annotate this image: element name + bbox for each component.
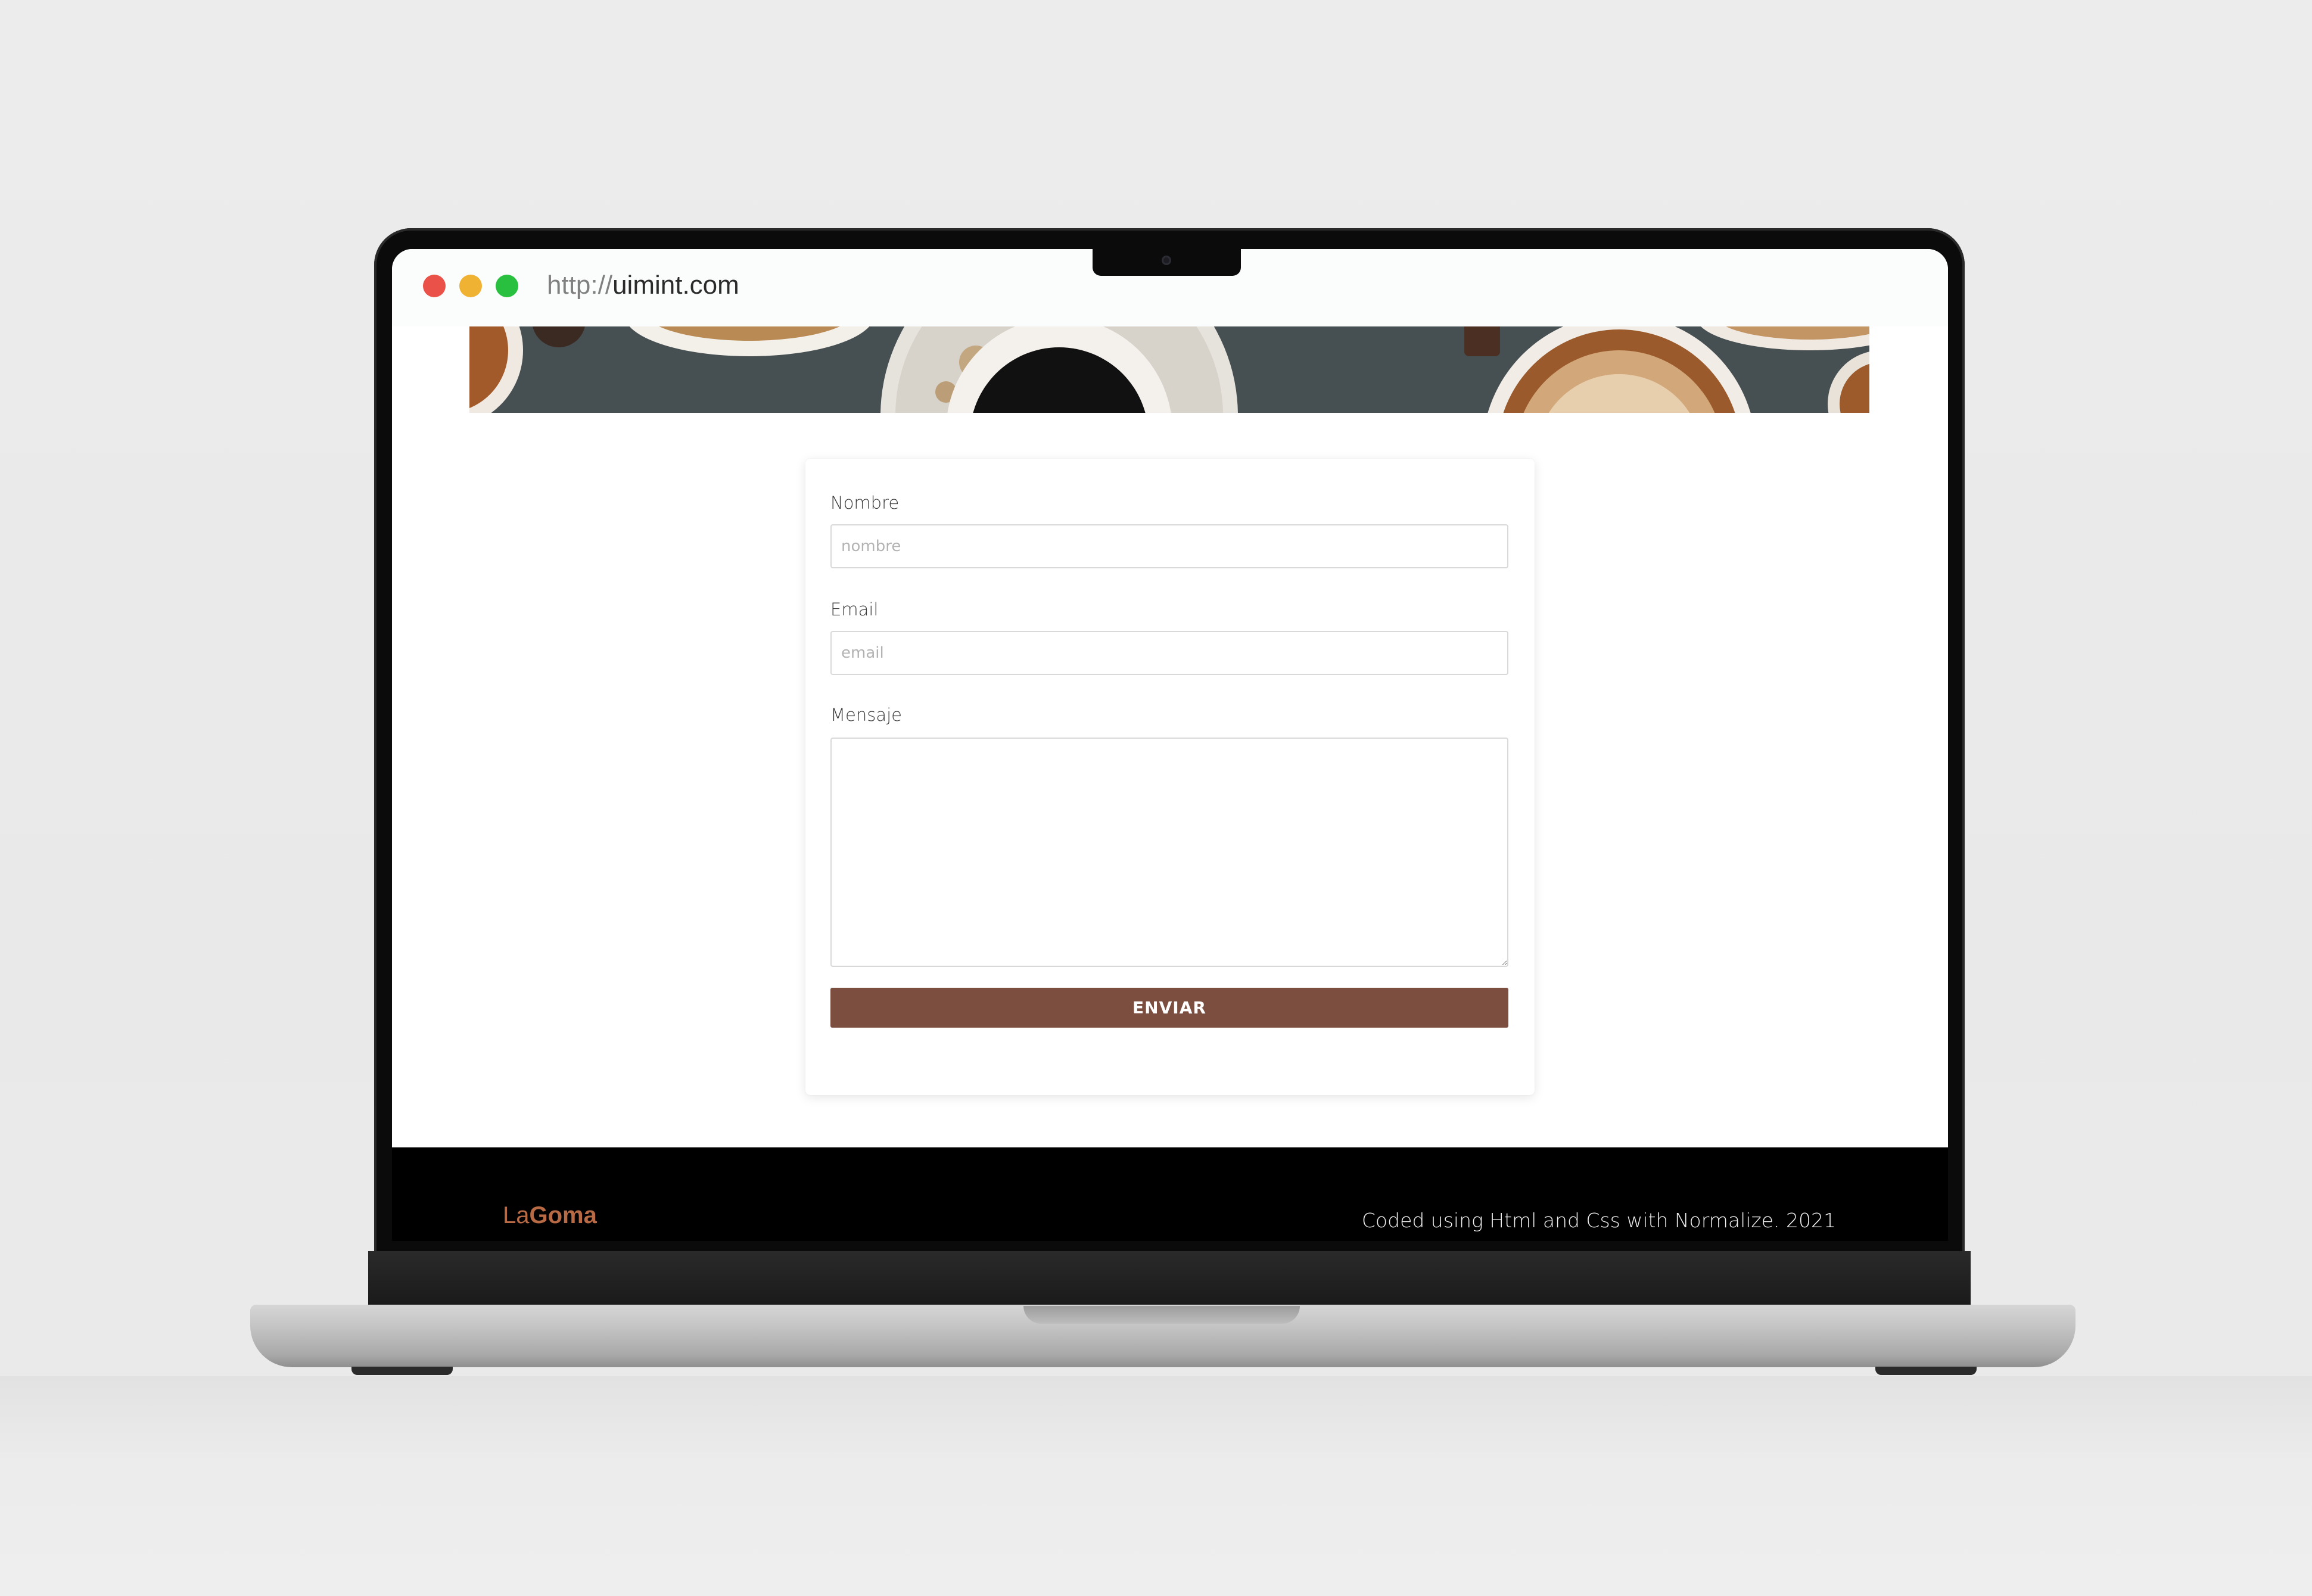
url-protocol: http://: [547, 270, 613, 300]
brand-prefix: La: [503, 1202, 530, 1228]
message-textarea[interactable]: [830, 738, 1508, 967]
laptop-chin: [368, 1251, 1971, 1306]
camera-icon: [1162, 256, 1171, 265]
footer-credit: Coded using Html and Css with Normalize.…: [1361, 1209, 1836, 1232]
name-label: Nombre: [830, 493, 900, 513]
laptop-foot-right: [1875, 1367, 1977, 1375]
footer-brand-logo[interactable]: LaGoma: [503, 1202, 597, 1229]
window-maximize-icon[interactable]: [496, 275, 518, 297]
hero-coffee-image: [469, 326, 1869, 413]
submit-button[interactable]: ENVIAR: [830, 988, 1508, 1028]
window-close-icon[interactable]: [423, 275, 446, 297]
message-label: Mensaje: [830, 705, 903, 725]
coffee-cups-illustration: [469, 326, 1869, 413]
brand-suffix: Goma: [529, 1202, 597, 1228]
address-bar[interactable]: http://uimint.com: [547, 270, 739, 300]
laptop-foot-left: [351, 1367, 453, 1375]
url-host: uimint.com: [612, 270, 739, 300]
contact-form-card: Nombre Email Mensaje ENVIAR: [805, 459, 1535, 1095]
email-label: Email: [830, 599, 879, 620]
name-input[interactable]: [830, 524, 1508, 568]
page-footer: LaGoma Coded using Html and Css with Nor…: [392, 1147, 1948, 1241]
laptop-screen: http://uimint.com Nombre nombre Email em…: [392, 249, 1948, 1241]
backdrop-floor: [0, 1376, 2312, 1596]
window-minimize-icon[interactable]: [459, 275, 482, 297]
email-input[interactable]: [830, 631, 1508, 675]
laptop-opening-lip: [1023, 1306, 1300, 1324]
